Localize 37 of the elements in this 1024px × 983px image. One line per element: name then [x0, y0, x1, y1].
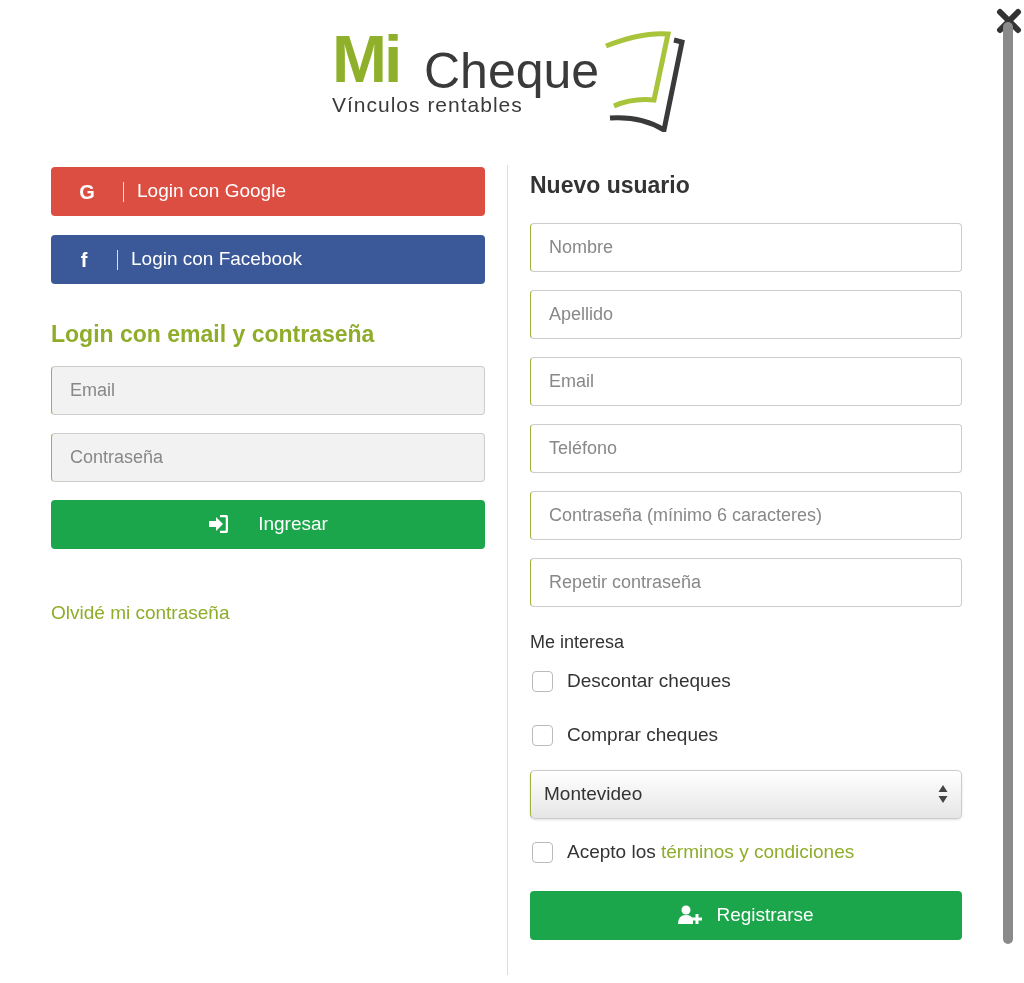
- logo-mark: Mi: [332, 26, 400, 92]
- input-field[interactable]: Teléfono: [530, 423, 962, 473]
- sign-in-icon: [208, 515, 229, 533]
- add-user-icon: [678, 905, 703, 925]
- scrollbar-thumb[interactable]: [1003, 22, 1013, 944]
- checkbox-label: Descontar cheques: [567, 669, 731, 694]
- input-field[interactable]: Email: [530, 356, 962, 406]
- facebook-login-button[interactable]: f Login con Facebook: [51, 235, 485, 284]
- google-login-button[interactable]: G Login con Google: [51, 167, 485, 216]
- submit-button[interactable]: Ingresar: [51, 499, 485, 549]
- register-button[interactable]: Registrarse: [530, 890, 962, 940]
- up-down-arrows-icon: [938, 784, 948, 804]
- input-field[interactable]: Repetir contraseña: [530, 557, 962, 607]
- city-select[interactable]: Montevideo: [530, 769, 962, 819]
- checkbox[interactable]: [532, 842, 553, 863]
- checkbox-label: Comprar cheques: [567, 723, 719, 748]
- facebook-icon: f: [51, 244, 117, 275]
- checkbox[interactable]: [532, 671, 553, 692]
- terms-text: Acepto los términos y condiciones: [567, 840, 855, 865]
- section-heading: Login con email y contraseña: [51, 320, 376, 349]
- input-field[interactable]: Email: [51, 365, 485, 415]
- logo-tagline: Vínculos rentables: [332, 94, 523, 115]
- input-field[interactable]: Contraseña (mínimo 6 caracteres): [530, 490, 962, 540]
- forgot-password-link[interactable]: Olvidé mi contraseña: [51, 598, 230, 627]
- checkbox[interactable]: [532, 725, 553, 746]
- input-field[interactable]: Apellido: [530, 289, 962, 339]
- google-icon: G: [51, 176, 123, 207]
- input-field[interactable]: Contraseña: [51, 432, 485, 482]
- check-frame-icon: [602, 28, 688, 132]
- button-label: Login con Google: [137, 179, 286, 204]
- close-icon[interactable]: [996, 8, 1022, 34]
- terms-link[interactable]: términos y condiciones: [661, 841, 855, 863]
- field-label: Me interesa: [530, 630, 626, 654]
- button-label: Login con Facebook: [131, 247, 303, 272]
- input-field[interactable]: Nombre: [530, 222, 962, 272]
- section-heading: Nuevo usuario: [530, 171, 691, 200]
- logo-name: Cheque: [424, 46, 600, 96]
